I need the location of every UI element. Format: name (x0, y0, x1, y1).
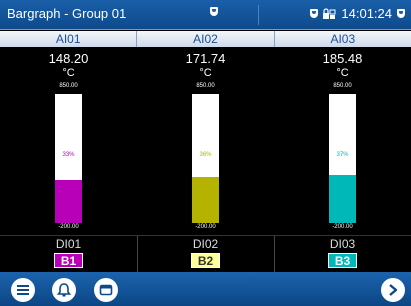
digital-input-name: DI01 (55, 237, 82, 251)
channel-unit: °C (199, 67, 212, 79)
channel-header-ai02[interactable]: AI02 (137, 31, 275, 47)
digital-input-di03[interactable]: DI03 B3 (274, 236, 411, 272)
scale-min: -200.00 (195, 224, 216, 230)
page-title: Bargraph - Group 01 (7, 6, 127, 21)
scale-max: 850.00 (59, 83, 78, 89)
channel-value: 185.48 (322, 51, 363, 66)
channel-header-ai03[interactable]: AI03 (274, 31, 411, 47)
bargraph-panel-ai03[interactable]: 185.48 °C 850.00 37% -200.00 (274, 47, 411, 236)
bargraph: 33% (55, 94, 82, 223)
digital-input-name: DI02 (192, 237, 219, 251)
list-menu-icon[interactable] (11, 278, 35, 302)
digital-badge: B2 (191, 253, 220, 268)
digital-input-di01[interactable]: DI01 B1 (0, 236, 137, 272)
bargraph-panel-ai02[interactable]: 171.74 °C 850.00 36% -200.00 (137, 47, 274, 236)
bar-percent: 33% (62, 152, 75, 158)
alarm-bell-icon[interactable] (52, 278, 76, 302)
window-icon[interactable] (94, 278, 118, 302)
scale-min: -200.00 (58, 224, 79, 230)
scale-max: 850.00 (333, 83, 352, 89)
scale-min: -200.00 (332, 224, 353, 230)
next-arrow-icon[interactable] (381, 278, 405, 302)
bargraph: 37% (329, 94, 356, 223)
channel-value: 148.20 (48, 51, 89, 66)
bottom-toolbar (0, 272, 411, 306)
digital-input-di02[interactable]: DI02 B2 (137, 236, 274, 272)
top-bar: Bargraph - Group 01 14:01:24 (0, 0, 411, 30)
digital-badge: B1 (54, 253, 83, 268)
channel-value: 171.74 (185, 51, 226, 66)
channel-header-ai01[interactable]: AI01 (0, 31, 138, 47)
channel-unit: °C (62, 67, 75, 79)
group-dropdown-icon[interactable] (210, 7, 218, 16)
digital-input-name: DI03 (329, 237, 356, 251)
top-bar-separator (258, 5, 259, 25)
status-area: 14:01:24 (310, 6, 405, 21)
bar-percent: 37% (336, 152, 349, 158)
bar-percent: 36% (199, 152, 212, 158)
digital-badge: B3 (328, 253, 357, 268)
menu-dropdown-icon[interactable] (397, 9, 405, 18)
channel-headers: AI01 AI02 AI03 (0, 31, 411, 47)
bargraph-panel-ai01[interactable]: 148.20 °C 850.00 33% -200.00 (0, 47, 137, 236)
bar-fill (55, 180, 82, 223)
status-dropdown-icon[interactable] (310, 9, 319, 18)
scale-max: 850.00 (196, 83, 215, 89)
bar-fill (192, 176, 219, 223)
channel-unit: °C (336, 67, 349, 79)
bar-fill (329, 175, 356, 223)
clock-time: 14:01:24 (341, 6, 392, 21)
bargraph: 36% (192, 94, 219, 223)
network-lock-icon (323, 7, 336, 19)
